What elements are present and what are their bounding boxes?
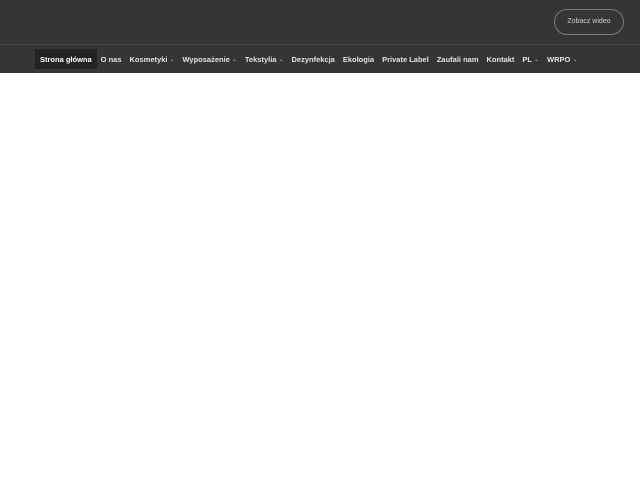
nav-item-label: Strona główna bbox=[40, 54, 92, 64]
nav-item-contact[interactable]: Kontakt bbox=[483, 49, 519, 69]
nav-item-label: Zaufali nam bbox=[436, 54, 479, 64]
header-top-bar: Zobacz wideo bbox=[0, 0, 640, 45]
nav-item-label: Ekologia bbox=[342, 54, 375, 64]
nav-item-equipment[interactable]: Wyposażenie ⌄ bbox=[178, 49, 240, 69]
main-navigation: Strona główna O nas Kosmetyki ⌄ Wyposaże… bbox=[35, 49, 581, 69]
nav-item-about[interactable]: O nas bbox=[97, 49, 126, 69]
nav-item-label: PL bbox=[522, 54, 533, 64]
nav-item-language[interactable]: PL ⌄ bbox=[518, 49, 543, 69]
nav-item-label: Kosmetyki bbox=[129, 54, 168, 64]
nav-item-disinfection[interactable]: Dezynfekcja bbox=[287, 49, 338, 69]
nav-item-wrpo[interactable]: WRPO ⌄ bbox=[543, 49, 581, 69]
watch-video-button[interactable]: Zobacz wideo bbox=[554, 9, 624, 35]
chevron-down-icon: ⌄ bbox=[278, 56, 284, 63]
chevron-down-icon: ⌄ bbox=[169, 56, 175, 63]
nav-item-private-label[interactable]: Private Label bbox=[378, 49, 433, 69]
nav-item-label: O nas bbox=[100, 54, 122, 64]
nav-item-label: Private Label bbox=[382, 54, 429, 64]
nav-item-label: Wyposażenie bbox=[182, 54, 230, 64]
nav-item-home[interactable]: Strona główna bbox=[35, 49, 97, 69]
nav-item-trusted-us[interactable]: Zaufali nam bbox=[433, 49, 483, 69]
chevron-down-icon: ⌄ bbox=[572, 56, 578, 63]
nav-item-label: Kontakt bbox=[486, 54, 515, 64]
nav-item-cosmetics[interactable]: Kosmetyki ⌄ bbox=[126, 49, 179, 69]
chevron-down-icon: ⌄ bbox=[231, 56, 237, 63]
nav-item-textiles[interactable]: Tekstylia ⌄ bbox=[241, 49, 288, 69]
site-header: Zobacz wideo Strona główna O nas Kosmety… bbox=[0, 0, 640, 73]
chevron-down-icon: ⌄ bbox=[534, 56, 540, 63]
nav-item-ecology[interactable]: Ekologia bbox=[339, 49, 378, 69]
page-content bbox=[0, 73, 640, 480]
nav-item-label: WRPO bbox=[547, 54, 571, 64]
nav-item-label: Tekstylia bbox=[244, 54, 277, 64]
nav-item-label: Dezynfekcja bbox=[291, 54, 335, 64]
